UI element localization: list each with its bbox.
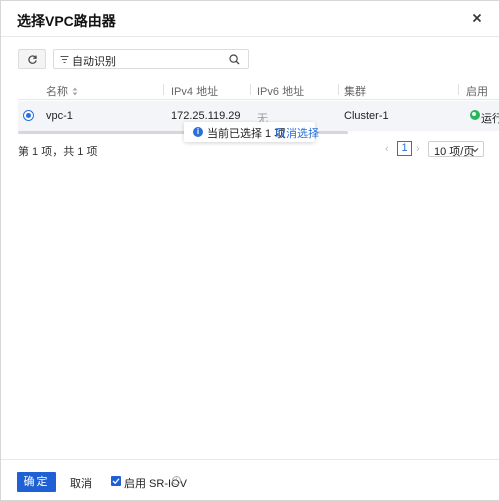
column-header-ipv4: IPv4 地址 — [171, 86, 219, 98]
table-header: 名称 IPv4 地址 IPv6 地址 集群 启用 — [18, 78, 499, 100]
ok-button[interactable]: 确定 — [17, 472, 56, 492]
page-size-select[interactable]: 10 项/页 — [428, 141, 484, 158]
page-number-current[interactable]: 1 — [397, 141, 412, 156]
column-header-name[interactable]: 名称 — [46, 83, 78, 99]
row-cluster: Cluster-1 — [344, 110, 389, 122]
page-size-value: 10 项/页 — [434, 146, 475, 158]
sriov-checkbox[interactable] — [111, 476, 121, 486]
filter-icon[interactable] — [60, 54, 69, 68]
info-icon: i — [193, 127, 203, 137]
row-ipv4: 172.25.119.29 — [171, 110, 241, 122]
search-value: 自动识别 — [72, 56, 116, 68]
selection-count-text: 当前已选择 1 项 — [207, 128, 286, 140]
column-header-status: 启用 — [466, 86, 488, 98]
column-header-ipv6: IPv6 地址 — [257, 86, 305, 98]
chevron-left-icon[interactable]: ‹ — [385, 143, 389, 155]
chevron-down-icon — [471, 145, 479, 157]
help-icon[interactable]: i — [172, 476, 181, 485]
sort-icon — [72, 87, 78, 96]
search-icon[interactable] — [229, 54, 240, 68]
search-input[interactable]: 自动识别 — [53, 49, 249, 69]
status-running-icon — [470, 110, 480, 120]
dialog-footer: 确定 取消 启用 SR-IOV i — [1, 459, 499, 501]
column-divider — [250, 84, 251, 95]
column-divider — [338, 84, 339, 95]
dialog-header: 选择VPC路由器 — [1, 1, 499, 37]
dialog-title: 选择VPC路由器 — [17, 13, 116, 29]
close-icon[interactable] — [469, 10, 485, 26]
row-radio-selected[interactable] — [23, 110, 34, 121]
select-vpc-router-dialog: 选择VPC路由器 自动识别 名称 IPv4 地址 IPv6 地址 集群 启用 v… — [0, 0, 500, 501]
clear-selection-link[interactable]: 取消选择 — [275, 125, 319, 141]
check-icon — [112, 478, 120, 485]
selection-tooltip: i 当前已选择 1 项 取消选择 — [184, 122, 319, 142]
cancel-button[interactable]: 取消 — [70, 475, 92, 491]
column-divider — [458, 84, 459, 95]
column-header-cluster: 集群 — [344, 86, 366, 98]
refresh-button[interactable] — [18, 49, 46, 69]
chevron-right-icon[interactable]: › — [416, 143, 420, 155]
column-divider — [163, 84, 164, 95]
row-status: 运行中 — [481, 113, 499, 125]
row-name: vpc-1 — [46, 110, 73, 122]
refresh-icon — [27, 54, 37, 64]
pagination-total: 第 1 项，共 1 项 — [18, 146, 98, 158]
